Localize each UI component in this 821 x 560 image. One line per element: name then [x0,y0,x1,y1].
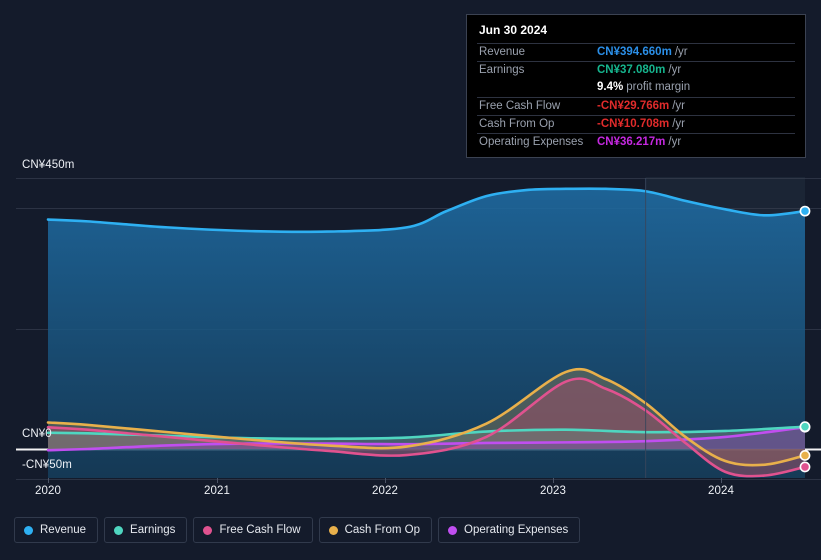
legend-label-cash-from-op: Cash From Op [344,524,421,536]
financial-performance-chart: CN¥450m CN¥0 -CN¥50m 2020 2021 2022 2023… [0,0,821,560]
legend-item-free-cash-flow[interactable]: Free Cash Flow [193,517,313,543]
legend-item-revenue[interactable]: Revenue [14,517,99,543]
tooltip-label-cash-from-op: Cash From Op [479,117,555,130]
tooltip-unit-operating-expenses: /yr [668,135,682,148]
tooltip-label-revenue: Revenue [479,45,526,58]
tooltip-row-cash-from-op: Cash From Op -CN¥10.708m /yr [477,115,795,133]
tooltip-row-free-cash-flow: Free Cash Flow -CN¥29.766m /yr [477,97,795,115]
tooltip-label-operating-expenses: Operating Expenses [479,135,584,148]
legend-label-earnings: Earnings [130,524,176,536]
x-axis-label-2020: 2020 [35,485,61,497]
legend-item-operating-expenses[interactable]: Operating Expenses [438,517,581,543]
y-axis-label-zero: CN¥0 [22,428,52,440]
x-axis-label-2022: 2022 [372,485,398,497]
x-axis-label-2023: 2023 [540,485,566,497]
legend-label-free-cash-flow: Free Cash Flow [219,524,301,536]
legend-item-cash-from-op[interactable]: Cash From Op [318,517,433,543]
legend-dot-revenue-icon [24,525,33,535]
legend-label-revenue: Revenue [40,524,87,536]
tooltip-value-cash-from-op: -CN¥10.708m [597,117,670,130]
y-axis-label-top: CN¥450m [22,159,75,171]
tooltip-unit-earnings: /yr [668,63,682,76]
tooltip-row-earnings: Earnings CN¥37.080m /yr [477,61,795,79]
legend-item-earnings[interactable]: Earnings [104,517,188,543]
tooltip-value-earnings: CN¥37.080m [597,63,666,76]
tooltip-row-operating-expenses: Operating Expenses CN¥36.217m /yr [477,133,795,151]
data-tooltip: Jun 30 2024 Revenue CN¥394.660m /yr Earn… [466,14,806,158]
tooltip-value-operating-expenses: CN¥36.217m [597,135,666,148]
tooltip-date: Jun 30 2024 [479,23,548,37]
legend-label-operating-expenses: Operating Expenses [464,524,569,536]
tooltip-unit-cash-from-op: /yr [672,117,686,130]
tooltip-label-earnings: Earnings [479,63,525,76]
x-axis-label-2024: 2024 [708,485,734,497]
legend-dot-earnings-icon [114,525,124,535]
tooltip-value-free-cash-flow: -CN¥29.766m [597,99,670,112]
y-axis-label-bottom: -CN¥50m [22,459,72,471]
tooltip-row-profit-margin: 9.4% profit margin [477,79,795,97]
tooltip-row-revenue: Revenue CN¥394.660m /yr [477,43,795,61]
tooltip-unit-free-cash-flow: /yr [672,99,686,112]
legend-dot-free-cash-flow-icon [203,525,213,535]
x-axis-label-2021: 2021 [204,485,230,497]
tooltip-unit-revenue: /yr [674,45,688,58]
legend-dot-operating-expenses-icon [448,525,458,535]
tooltip-value-profit-margin: 9.4% [597,81,624,94]
tooltip-value-revenue: CN¥394.660m [597,45,672,58]
tooltip-unit-profit-margin: profit margin [626,81,691,94]
tooltip-label-free-cash-flow: Free Cash Flow [479,99,561,112]
legend-dot-cash-from-op-icon [328,525,338,535]
chart-legend: Revenue Earnings Free Cash Flow Cash Fro… [14,517,581,543]
